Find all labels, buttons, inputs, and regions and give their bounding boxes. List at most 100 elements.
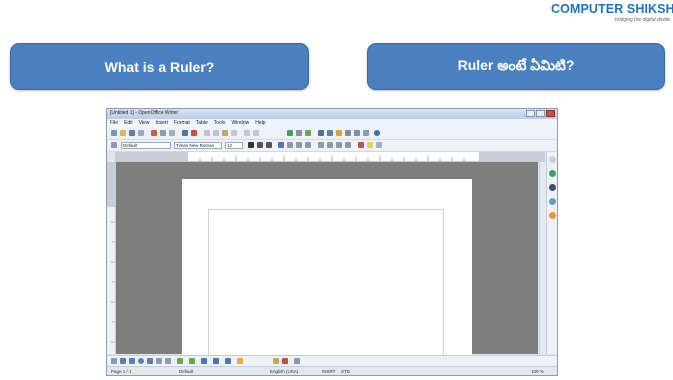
open-icon[interactable]	[120, 130, 126, 136]
vertical-scrollbar[interactable]	[539, 162, 546, 354]
italic-icon[interactable]	[257, 142, 263, 148]
navigator-icon[interactable]	[327, 130, 333, 136]
gallery-icon[interactable]	[336, 130, 342, 136]
underline-icon[interactable]	[266, 142, 272, 148]
text-boundary	[208, 209, 444, 361]
telugu-title: Ruler అంటే ఏమిటి?	[457, 56, 575, 73]
bold-icon[interactable]	[248, 142, 254, 148]
menu-format[interactable]: Format	[174, 119, 190, 128]
nonprinting-characters-icon[interactable]	[354, 130, 360, 136]
increase-indent-icon[interactable]	[345, 142, 351, 148]
paste-icon[interactable]	[222, 130, 228, 136]
background-color-icon[interactable]	[376, 142, 382, 148]
align-center-icon[interactable]	[287, 142, 293, 148]
writer-window: [Untitled 1] - OpenOffice Writer File Ed…	[106, 108, 558, 376]
status-page: Page 1 / 1	[111, 369, 132, 374]
menu-table[interactable]: Table	[196, 119, 208, 128]
sidebar-gallery-icon[interactable]	[549, 184, 556, 191]
close-button[interactable]	[546, 110, 555, 117]
menu-bar: File Edit View Insert Format Table Tools…	[107, 119, 557, 128]
justify-icon[interactable]	[305, 142, 311, 148]
styles-formatting-icon[interactable]	[111, 142, 117, 148]
sidebar-styles-icon[interactable]	[549, 170, 556, 177]
sidebar-properties-icon[interactable]	[549, 156, 556, 163]
english-title-panel: What is a Ruler?	[10, 43, 309, 90]
menu-help[interactable]: Help	[255, 119, 265, 128]
undo-icon[interactable]	[244, 130, 250, 136]
menu-insert[interactable]: Insert	[155, 119, 168, 128]
highlighting-icon[interactable]	[367, 142, 373, 148]
save-icon[interactable]	[129, 130, 135, 136]
select-icon[interactable]	[111, 358, 117, 364]
font-color-icon[interactable]	[358, 142, 364, 148]
print-preview-icon[interactable]	[169, 130, 175, 136]
from-file-icon[interactable]	[273, 358, 279, 364]
redo-icon[interactable]	[253, 130, 259, 136]
font-size-select[interactable]: 12	[225, 142, 243, 149]
menu-view[interactable]: View	[139, 119, 150, 128]
bullets-icon[interactable]	[327, 142, 333, 148]
vruler-ticks	[107, 162, 115, 343]
freeform-icon[interactable]	[147, 358, 153, 364]
status-selection-mode: STD	[341, 369, 350, 374]
sidebar-functions-icon[interactable]	[549, 212, 556, 219]
print-icon[interactable]	[160, 130, 166, 136]
rectangle-icon[interactable]	[129, 358, 135, 364]
status-language: English (USA)	[270, 369, 299, 374]
menu-tools[interactable]: Tools	[214, 119, 226, 128]
copy-icon[interactable]	[213, 130, 219, 136]
status-zoom[interactable]: 100 %	[531, 369, 544, 374]
symbol-shapes-icon[interactable]	[189, 358, 195, 364]
paragraph-style-select[interactable]: Default	[121, 142, 171, 149]
minimize-button[interactable]	[526, 110, 535, 117]
new-document-icon[interactable]	[111, 130, 117, 136]
table-icon[interactable]	[296, 130, 302, 136]
status-insert-mode: INSRT	[322, 369, 336, 374]
horizontal-ruler[interactable]	[115, 152, 545, 162]
data-sources-icon[interactable]	[345, 130, 351, 136]
export-pdf-icon[interactable]	[151, 130, 157, 136]
font-name-select[interactable]: Times New Roman	[174, 142, 222, 149]
window-titlebar: [Untitled 1] - OpenOffice Writer	[107, 109, 557, 119]
fontwork-icon[interactable]	[282, 358, 288, 364]
telugu-title-panel: Ruler అంటే ఏమిటి?	[367, 43, 665, 90]
text-icon[interactable]	[156, 358, 162, 364]
cut-icon[interactable]	[204, 130, 210, 136]
maximize-button[interactable]	[536, 110, 545, 117]
align-right-icon[interactable]	[296, 142, 302, 148]
align-left-icon[interactable]	[278, 142, 284, 148]
document-page[interactable]	[182, 179, 472, 361]
find-replace-icon[interactable]	[318, 130, 324, 136]
numbering-icon[interactable]	[318, 142, 324, 148]
right-sidebar	[546, 152, 557, 354]
logo-tagline: bridging the digital divide	[615, 17, 671, 23]
standard-toolbar	[107, 128, 557, 140]
email-icon[interactable]	[138, 130, 144, 136]
formatting-toolbar: Default Times New Roman 12	[107, 140, 557, 152]
decrease-indent-icon[interactable]	[336, 142, 342, 148]
stars-icon[interactable]	[237, 358, 243, 364]
block-arrows-icon[interactable]	[201, 358, 207, 364]
logo-text: COMPUTER SHIKSHA	[551, 2, 673, 16]
flowcharts-icon[interactable]	[213, 358, 219, 364]
menu-file[interactable]: File	[110, 119, 118, 128]
window-title: [Untitled 1] - OpenOffice Writer	[110, 110, 179, 116]
menu-window[interactable]: Window	[231, 119, 249, 128]
hyperlink-icon[interactable]	[287, 130, 293, 136]
menu-edit[interactable]: Edit	[124, 119, 133, 128]
show-draw-functions-icon[interactable]	[305, 130, 311, 136]
spellcheck-icon[interactable]	[182, 130, 188, 136]
extrusion-icon[interactable]	[294, 358, 300, 364]
callouts-shapes-icon[interactable]	[225, 358, 231, 364]
callouts-icon[interactable]	[165, 358, 171, 364]
vertical-ruler[interactable]	[107, 162, 116, 354]
format-paintbrush-icon[interactable]	[231, 130, 237, 136]
ruler-ticks	[115, 152, 545, 161]
basic-shapes-icon[interactable]	[177, 358, 183, 364]
autospellcheck-icon[interactable]	[191, 130, 197, 136]
zoom-icon[interactable]	[363, 130, 369, 136]
sidebar-navigator-icon[interactable]	[549, 198, 556, 205]
line-icon[interactable]	[120, 358, 126, 364]
help-icon[interactable]	[374, 130, 380, 136]
ellipse-icon[interactable]	[138, 358, 144, 364]
